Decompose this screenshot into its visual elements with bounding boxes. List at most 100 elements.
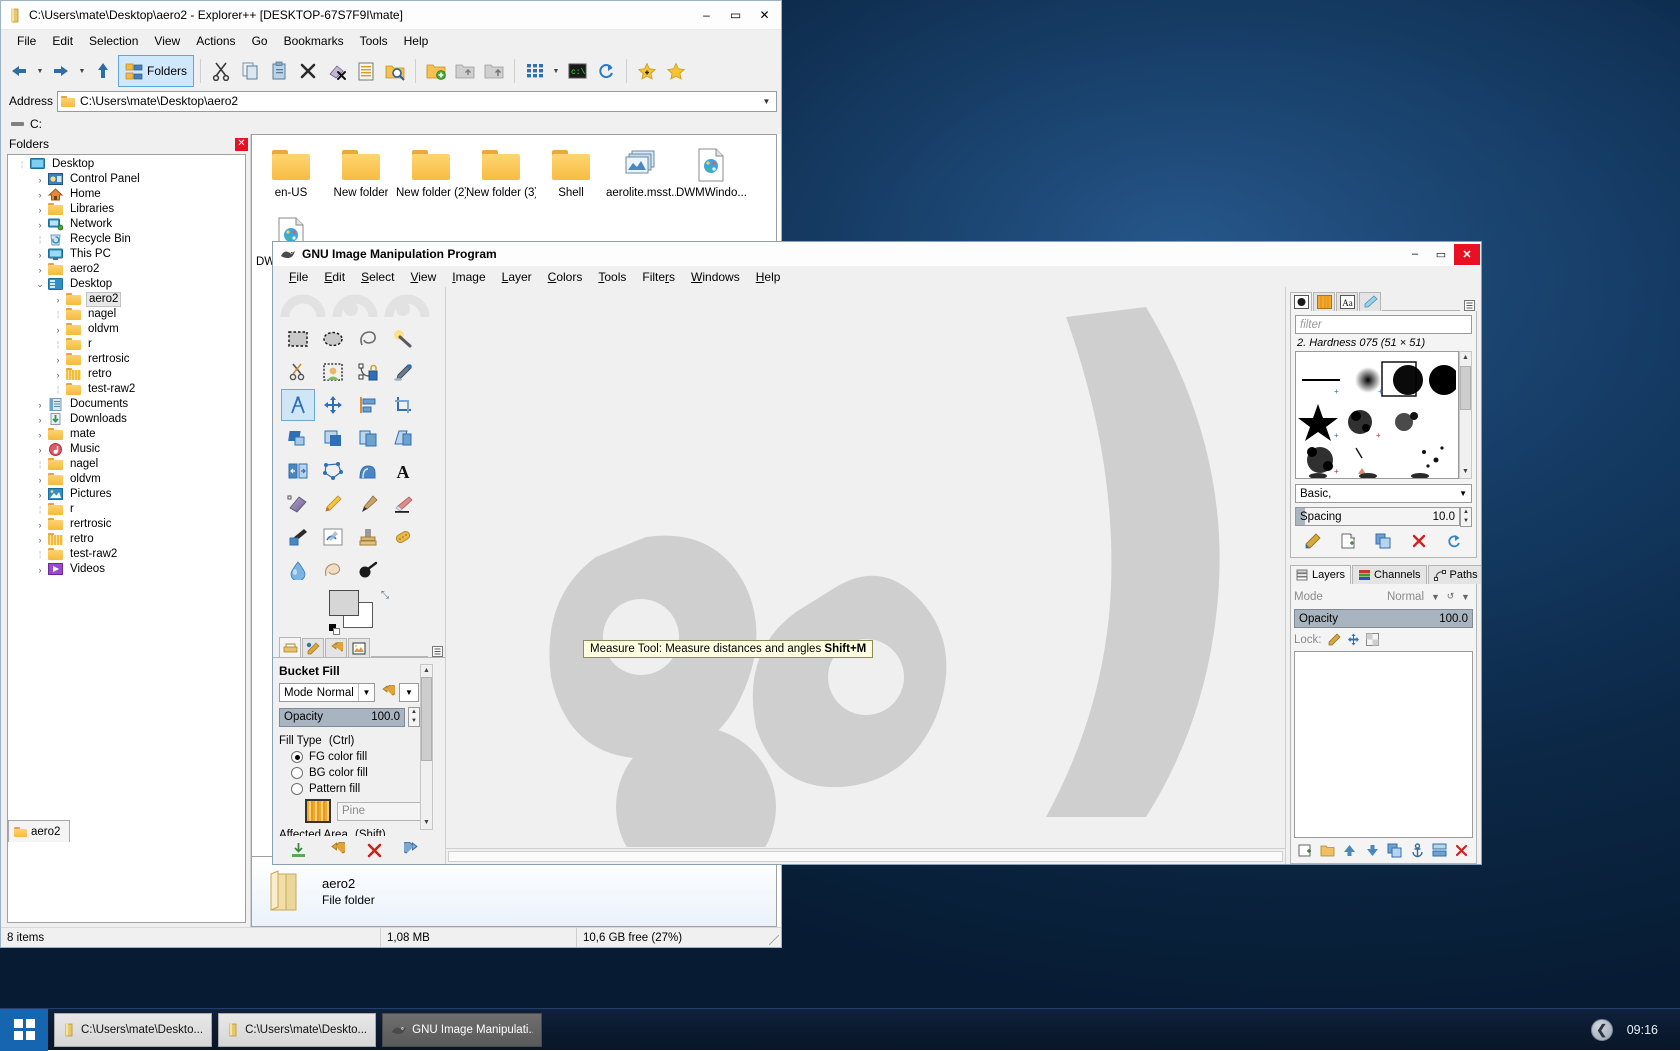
layer-mode-extra-icon[interactable]: ▼ xyxy=(1458,589,1473,604)
airbrush-tool[interactable] xyxy=(281,521,315,553)
properties-button[interactable] xyxy=(352,55,380,87)
default-colors-icon[interactable] xyxy=(329,624,340,635)
restore-options-button[interactable] xyxy=(327,841,345,859)
tree-node-r[interactable]: ¦r xyxy=(8,337,245,352)
scissors-select-tool[interactable] xyxy=(281,356,315,388)
search-button[interactable] xyxy=(381,55,409,87)
mode-chevron-down-icon[interactable]: ▼ xyxy=(358,684,374,701)
tree-node-control-panel[interactable]: ›Control Panel xyxy=(8,172,245,187)
fg-color-fill-radio[interactable] xyxy=(291,751,303,763)
delete-permanently-button[interactable] xyxy=(323,55,351,87)
gimp-menu-image[interactable]: Image xyxy=(444,269,493,285)
tree-node-recycle-bin[interactable]: ¦Recycle Bin xyxy=(8,232,245,247)
brush-scroll-thumb[interactable] xyxy=(1460,366,1471,410)
tree-twisty-icon[interactable]: › xyxy=(32,475,48,485)
brush-tag-chevron-down-icon[interactable]: ▼ xyxy=(1459,489,1467,498)
warp-transform-tool[interactable] xyxy=(351,455,385,487)
menu-file[interactable]: File xyxy=(9,32,44,50)
system-tray[interactable]: ❮ 09:16 xyxy=(1591,1009,1680,1051)
opacity-row[interactable]: Opacity 100.0 ▲▼ xyxy=(279,707,427,727)
crop-tool[interactable] xyxy=(386,389,420,421)
gimp-menubar[interactable]: FileEditSelectViewImageLayerColorsToolsF… xyxy=(273,266,1481,287)
address-input[interactable]: C:\Users\mate\Desktop\aero2 ▼ xyxy=(57,91,777,112)
tree-node-retro[interactable]: ›retro xyxy=(8,367,245,382)
ellipse-select-tool[interactable] xyxy=(316,323,350,355)
explorer-menubar[interactable]: File Edit Selection View Actions Go Book… xyxy=(1,30,781,52)
file-item[interactable]: New folder (2) xyxy=(396,145,466,200)
layer-list[interactable] xyxy=(1294,651,1473,838)
tree-twisty-icon[interactable]: › xyxy=(32,415,48,425)
file-item[interactable]: New folder xyxy=(326,145,396,200)
tree-node-oldvm[interactable]: ›oldvm xyxy=(8,472,245,487)
clone-tool[interactable] xyxy=(351,521,385,553)
free-select-tool[interactable] xyxy=(351,323,385,355)
tree-node-desktop[interactable]: ⌄Desktop xyxy=(8,277,245,292)
explorer-close-button[interactable]: ✕ xyxy=(750,3,779,28)
tree-twisty-icon[interactable]: › xyxy=(32,445,48,455)
spacing-stepper[interactable]: ▲▼ xyxy=(1460,507,1472,527)
tool-options-tabs[interactable] xyxy=(273,638,445,658)
mode-row[interactable]: Mode Normal ▼ ▼ xyxy=(279,683,427,702)
menu-edit[interactable]: Edit xyxy=(44,32,81,50)
brush-scroll-up-icon[interactable]: ▲ xyxy=(1460,352,1471,364)
brushes-tab[interactable] xyxy=(1290,292,1312,311)
gimp-minimize-button[interactable]: – xyxy=(1402,244,1428,265)
layer-opacity-slider[interactable]: Opacity 100.0 xyxy=(1294,609,1473,628)
taskbar[interactable]: C:\Users\mate\Deskto...C:\Users\mate\Des… xyxy=(0,1008,1680,1050)
cage-transform-tool[interactable] xyxy=(316,455,350,487)
color-area[interactable]: ⤡ xyxy=(273,586,445,638)
brush-buttons[interactable] xyxy=(1295,529,1472,553)
menu-help[interactable]: Help xyxy=(396,32,437,50)
pattern-fill-option[interactable]: Pattern fill xyxy=(291,783,427,795)
tree-node-aero2[interactable]: ›aero2 xyxy=(8,262,245,277)
file-item[interactable]: en-US xyxy=(256,145,326,200)
layer-lock-row[interactable]: Lock: xyxy=(1294,631,1473,648)
tree-node-videos[interactable]: ›Videos xyxy=(8,562,245,577)
shear-tool[interactable] xyxy=(386,422,420,454)
swap-colors-icon[interactable]: ⤡ xyxy=(381,590,389,601)
tree-twisty-icon[interactable]: ⌄ xyxy=(32,279,48,290)
menu-tools[interactable]: Tools xyxy=(352,32,396,50)
delete-button[interactable] xyxy=(294,55,322,87)
taskbar-button[interactable]: C:\Users\mate\Deskto... xyxy=(54,1013,212,1047)
tree-node-network[interactable]: ›Network xyxy=(8,217,245,232)
lock-alpha-icon[interactable] xyxy=(1366,633,1379,646)
pattern-fill-radio[interactable] xyxy=(291,783,303,795)
address-bar[interactable]: Address C:\Users\mate\Desktop\aero2 ▼ xyxy=(1,90,781,114)
brush-filter-input[interactable]: filter xyxy=(1295,315,1472,334)
mode-combo[interactable]: Mode Normal ▼ xyxy=(279,683,375,702)
refresh-button[interactable] xyxy=(592,55,620,87)
back-dropdown[interactable]: ▼ xyxy=(34,55,46,87)
file-item[interactable]: DWMWindo... xyxy=(676,145,746,200)
gimp-menu-help[interactable]: Help xyxy=(748,269,789,285)
duplicate-brush-button[interactable] xyxy=(1374,532,1392,550)
explorer-maximize-button[interactable]: ▭ xyxy=(721,3,750,28)
forward-dropdown[interactable]: ▼ xyxy=(76,55,88,87)
tree-twisty-icon[interactable]: › xyxy=(50,370,66,380)
menu-actions[interactable]: Actions xyxy=(188,32,243,50)
tree-twisty-icon[interactable]: › xyxy=(32,490,48,500)
new-layer-button[interactable] xyxy=(1296,841,1314,859)
rect-select-tool[interactable] xyxy=(281,323,315,355)
tree-node-rertrosic[interactable]: ›rertrosic xyxy=(8,352,245,367)
tool-presets-tab[interactable] xyxy=(1359,292,1381,311)
new-brush-button[interactable] xyxy=(1339,532,1357,550)
mode-extra-dropdown[interactable]: ▼ xyxy=(399,683,419,702)
tree-node-aero2[interactable]: ›aero2 xyxy=(8,292,245,307)
taskbar-button[interactable]: GNU Image Manipulati... xyxy=(382,1013,542,1047)
edit-brush-button[interactable] xyxy=(1304,532,1322,550)
opacity-slider[interactable]: Opacity 100.0 xyxy=(279,708,405,727)
bg-color-fill-radio[interactable] xyxy=(291,767,303,779)
show-command-prompt-button[interactable]: c:\ xyxy=(563,55,591,87)
copy-button[interactable] xyxy=(236,55,264,87)
tree-node-retro[interactable]: ›retro xyxy=(8,532,245,547)
tree-twisty-icon[interactable]: › xyxy=(50,355,66,365)
gimp-menu-filters[interactable]: Filters xyxy=(634,269,683,285)
views-dropdown[interactable]: ▼ xyxy=(550,55,562,87)
tree-node-test-raw2[interactable]: ¦test-raw2 xyxy=(8,547,245,562)
gimp-menu-tools[interactable]: Tools xyxy=(590,269,634,285)
tool-options-tab[interactable] xyxy=(279,637,301,657)
brushes-menu-icon[interactable] xyxy=(1461,300,1477,311)
lower-layer-button[interactable] xyxy=(1363,841,1381,859)
pencil-tool[interactable] xyxy=(316,488,350,520)
